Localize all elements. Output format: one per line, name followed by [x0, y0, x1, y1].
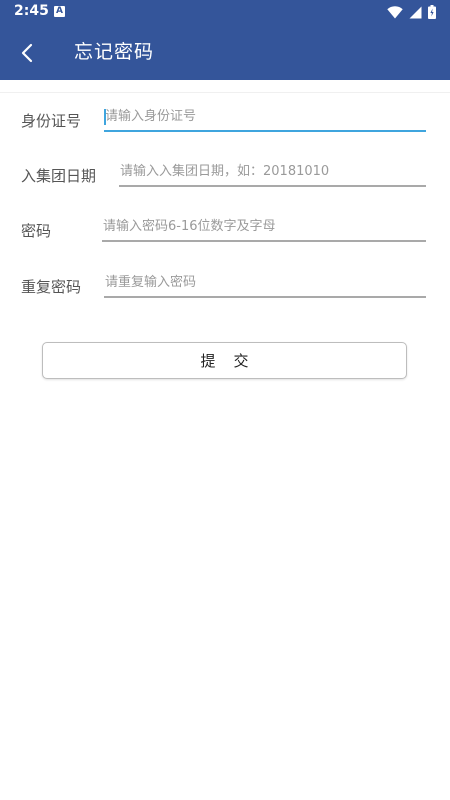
- notification-icon: A: [54, 6, 65, 17]
- repeat-password-label: 重复密码: [21, 278, 82, 296]
- password-label: 密码: [21, 222, 52, 240]
- form-row-repeat-password: 重复密码: [0, 268, 450, 308]
- chevron-left-icon: [21, 43, 33, 63]
- page-title: 忘记密码: [74, 41, 155, 63]
- form-row-id-number: 身份证号: [0, 102, 450, 142]
- form-row-password: 密码: [0, 212, 450, 252]
- text-cursor: [104, 109, 106, 125]
- join-date-input[interactable]: [119, 157, 426, 185]
- battery-icon: [428, 5, 436, 19]
- repeat-password-field-container: [104, 268, 426, 298]
- form-row-join-date: 入集团日期: [0, 157, 450, 197]
- divider: [0, 92, 450, 93]
- password-input[interactable]: [102, 212, 426, 240]
- submit-button[interactable]: 提交: [42, 342, 407, 379]
- app-bar: 忘记密码: [0, 24, 450, 80]
- join-date-label: 入集团日期: [21, 167, 97, 185]
- password-field-container: [102, 212, 426, 242]
- wifi-icon: [387, 5, 403, 18]
- back-button[interactable]: [12, 38, 42, 68]
- status-bar: 2:45 A: [0, 0, 450, 24]
- id-number-input[interactable]: [104, 102, 426, 130]
- join-date-field-container: [119, 157, 426, 187]
- id-number-label: 身份证号: [21, 112, 82, 130]
- repeat-password-input[interactable]: [104, 268, 426, 296]
- id-number-field-container: [104, 102, 426, 132]
- signal-icon: [409, 6, 422, 18]
- status-icons: [387, 5, 436, 19]
- status-time: 2:45: [14, 3, 49, 19]
